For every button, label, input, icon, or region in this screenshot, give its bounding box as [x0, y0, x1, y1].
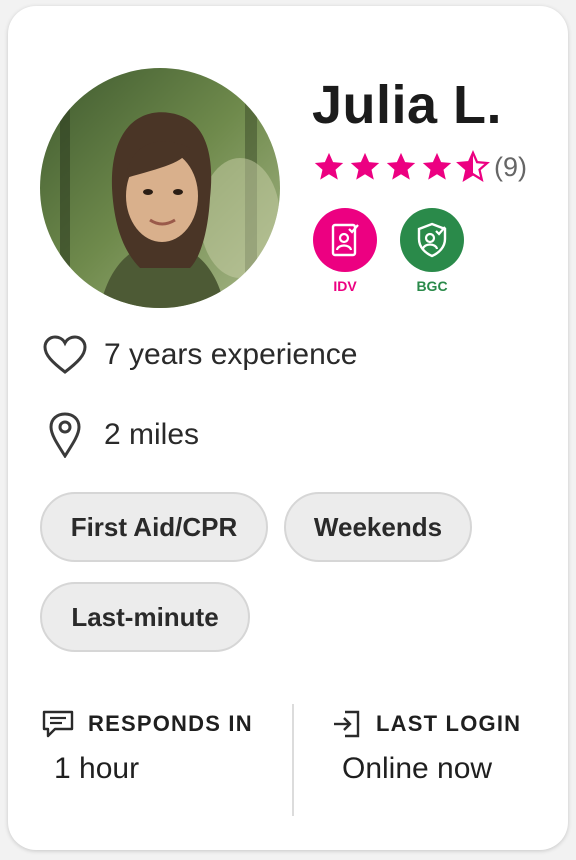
- heart-icon: [40, 330, 90, 380]
- login-value: Online now: [342, 752, 493, 785]
- tag-last-minute[interactable]: Last-minute: [40, 582, 250, 652]
- login-header: LAST LOGIN: [328, 706, 521, 742]
- half-star-icon: [456, 150, 490, 182]
- star-icon: [422, 152, 452, 180]
- star-icon: [314, 152, 344, 180]
- caregiver-card[interactable]: Julia L. (9) IDV BGC 7 years experience …: [8, 6, 568, 850]
- location-pin-icon: [40, 410, 90, 460]
- stats-divider: [292, 704, 294, 816]
- distance-row: 2 miles: [40, 410, 199, 460]
- responds-header: RESPONDS IN: [40, 706, 253, 742]
- id-document-icon: [331, 223, 359, 257]
- chat-icon: [40, 706, 76, 742]
- bgc-label: BGC: [416, 278, 448, 294]
- bgc-badge[interactable]: BGC: [399, 208, 465, 294]
- idv-label: IDV: [333, 278, 357, 294]
- login-label: LAST LOGIN: [376, 711, 522, 736]
- idv-badge[interactable]: IDV: [312, 208, 378, 294]
- distance-text: 2 miles: [104, 418, 200, 451]
- login-icon: [328, 706, 364, 742]
- review-count[interactable]: (9): [494, 152, 527, 183]
- star-rating: (9): [312, 150, 527, 184]
- star-icon: [386, 152, 416, 180]
- responds-label: RESPONDS IN: [88, 711, 253, 736]
- avatar: [40, 68, 280, 308]
- tag-weekends[interactable]: Weekends: [284, 492, 472, 562]
- shield-person-icon: [417, 222, 447, 258]
- experience-text: 7 years experience: [104, 338, 358, 371]
- caregiver-name: Julia L.: [312, 75, 503, 135]
- star-icon: [350, 152, 380, 180]
- responds-value: 1 hour: [54, 752, 140, 785]
- experience-row: 7 years experience: [40, 330, 357, 380]
- tag-first-aid[interactable]: First Aid/CPR: [40, 492, 268, 562]
